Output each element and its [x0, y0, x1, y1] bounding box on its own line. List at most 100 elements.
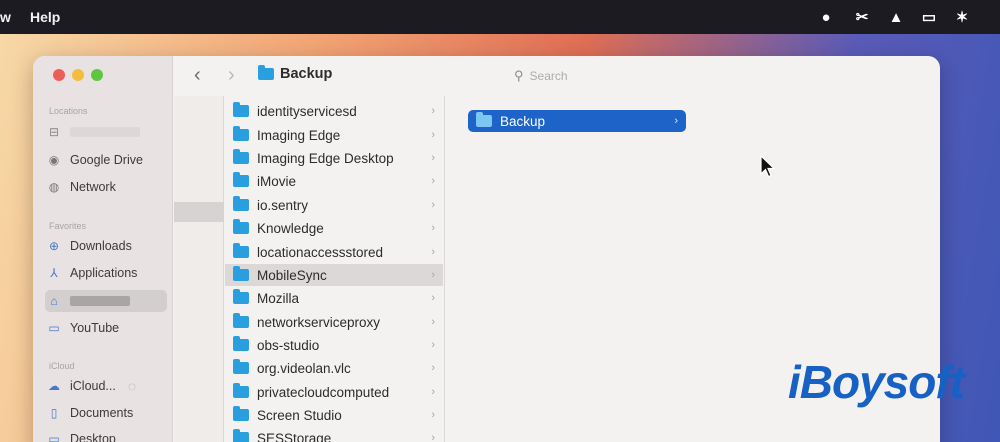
sidebar-heading-icloud: iCloud — [49, 361, 75, 371]
back-button[interactable]: ‹ — [194, 64, 201, 87]
list-item-label: obs-studio — [257, 337, 320, 353]
list-item-selected[interactable]: Backup › — [468, 110, 686, 132]
sidebar: Locations ⊟ ◉ Google Drive ◍ Network Fav… — [33, 56, 173, 442]
minimize-button[interactable] — [72, 69, 84, 81]
window-title-text: Backup — [280, 66, 333, 82]
list-item-label: iMovie — [257, 173, 297, 189]
menu-item-help[interactable]: Help — [30, 9, 60, 25]
list-item[interactable]: identityservicesd › — [225, 100, 443, 122]
desktop-icon: ▭ — [48, 432, 60, 442]
chevron-right-icon: › — [431, 292, 435, 304]
scissors-icon[interactable]: ✂ — [851, 7, 873, 27]
list-item-label: networkserviceproxy — [257, 314, 381, 330]
forward-button[interactable]: › — [228, 64, 235, 87]
list-item[interactable]: locationaccessstored › — [225, 241, 443, 263]
sync-progress-icon: ◌ — [127, 378, 137, 394]
home-icon: ⌂ — [50, 294, 58, 308]
list-item-label: Mozilla — [257, 290, 300, 306]
list-item-selected[interactable]: MobileSync › — [225, 264, 443, 286]
chevron-right-icon: › — [431, 152, 435, 164]
list-item[interactable]: org.videolan.vlc › — [225, 357, 443, 379]
brightness-icon[interactable]: ✶ — [951, 7, 973, 27]
sidebar-item-disk[interactable]: ⊟ — [45, 121, 167, 143]
list-item[interactable]: Screen Studio › — [225, 404, 443, 426]
chevron-right-icon: › — [431, 129, 435, 141]
sidebar-item-label: iCloud... — [70, 379, 116, 393]
folder-icon: ▭ — [48, 321, 60, 335]
folder-icon — [233, 336, 249, 351]
column-folder-list: identityservicesd › Imaging Edge › Imaging… — [225, 96, 445, 442]
menu-item-window[interactable]: w — [0, 9, 11, 25]
sidebar-item-documents[interactable]: ▯ Documents — [45, 402, 167, 424]
sidebar-item-label: Downloads — [70, 239, 132, 253]
sidebar-item-desktop[interactable]: ▭ Desktop — [45, 428, 167, 442]
chevron-right-icon: › — [431, 246, 435, 258]
folder-icon — [233, 196, 249, 211]
list-item-label: org.videolan.vlc — [257, 360, 351, 376]
folder-icon — [258, 65, 274, 80]
chevron-right-icon: › — [431, 105, 435, 117]
sidebar-item-label: Desktop — [70, 432, 116, 442]
list-item[interactable]: Knowledge › — [225, 217, 443, 239]
applications-icon: ⅄ — [50, 266, 58, 280]
sidebar-item-google-drive[interactable]: ◉ Google Drive — [45, 149, 167, 171]
list-item-label: MobileSync — [257, 267, 327, 283]
chevron-right-icon: › — [431, 432, 435, 442]
chevron-right-icon: › — [431, 409, 435, 421]
list-item[interactable]: networkserviceproxy › — [225, 311, 443, 333]
column-parent — [174, 96, 224, 442]
list-item[interactable]: obs-studio › — [225, 334, 443, 356]
watermark-logo: iBoysoft — [788, 356, 965, 408]
icloud-icon: ☁ — [48, 379, 60, 393]
folder-icon — [233, 406, 249, 421]
sidebar-item-label: Google Drive — [70, 153, 143, 167]
chevron-right-icon: › — [431, 199, 435, 211]
menu-bar: w Help ● ✂ ▲ ▭ ✶ — [0, 0, 1000, 34]
chevron-right-icon: › — [674, 115, 678, 127]
list-item[interactable]: privatecloudcomputed › — [225, 381, 443, 403]
sidebar-item-applications[interactable]: ⅄ Applications — [45, 262, 167, 284]
sidebar-item-youtube[interactable]: ▭ YouTube — [45, 317, 167, 339]
sidebar-heading-locations: Locations — [49, 106, 88, 116]
list-item[interactable]: io.sentry › — [225, 194, 443, 216]
sidebar-item-icloud-drive[interactable]: ☁ iCloud... ◌ — [45, 375, 167, 397]
list-item-label: Backup — [500, 113, 546, 129]
sidebar-item-label: YouTube — [70, 321, 120, 335]
upload-icon[interactable]: ▲ — [885, 7, 907, 27]
disk-icon: ⊟ — [48, 125, 60, 139]
list-item-label: privatecloudcomputed — [257, 384, 390, 400]
close-button[interactable] — [53, 69, 65, 81]
sidebar-item-downloads[interactable]: ⊕ Downloads — [45, 235, 167, 257]
screen-icon[interactable]: ▭ — [918, 7, 940, 27]
folder-icon — [233, 289, 249, 304]
folder-icon — [233, 243, 249, 258]
zoom-button[interactable] — [91, 69, 103, 81]
document-icon: ▯ — [50, 406, 58, 420]
list-item[interactable]: Imaging Edge Desktop › — [225, 147, 443, 169]
mouse-cursor-icon — [760, 155, 776, 178]
list-item[interactable]: SESStorage › — [225, 427, 443, 442]
window-title: Backup — [258, 65, 333, 82]
folder-icon — [233, 126, 249, 141]
sidebar-item-label: Applications — [70, 266, 138, 280]
search-placeholder: Search — [529, 69, 568, 83]
sidebar-item-network[interactable]: ◍ Network — [45, 176, 167, 198]
folder-icon — [476, 112, 492, 127]
parent-column-selection[interactable] — [174, 202, 224, 222]
record-icon[interactable]: ● — [815, 7, 837, 27]
list-item-label: Knowledge — [257, 220, 324, 236]
list-item-label: SESStorage — [257, 430, 332, 442]
list-item[interactable]: Imaging Edge › — [225, 124, 443, 146]
list-item-label: Imaging Edge — [257, 127, 341, 143]
list-item-label: Imaging Edge Desktop — [257, 150, 394, 166]
search-field[interactable]: ⚲ Search — [514, 68, 568, 84]
chevron-right-icon: › — [431, 222, 435, 234]
list-item[interactable]: Mozilla › — [225, 287, 443, 309]
list-item-label: locationaccessstored — [257, 244, 384, 260]
folder-icon — [233, 313, 249, 328]
google-drive-icon: ◉ — [48, 153, 60, 167]
folder-icon — [233, 172, 249, 187]
list-item[interactable]: iMovie › — [225, 170, 443, 192]
chevron-right-icon: › — [431, 316, 435, 328]
sidebar-item-home[interactable]: ⌂ — [45, 290, 167, 312]
